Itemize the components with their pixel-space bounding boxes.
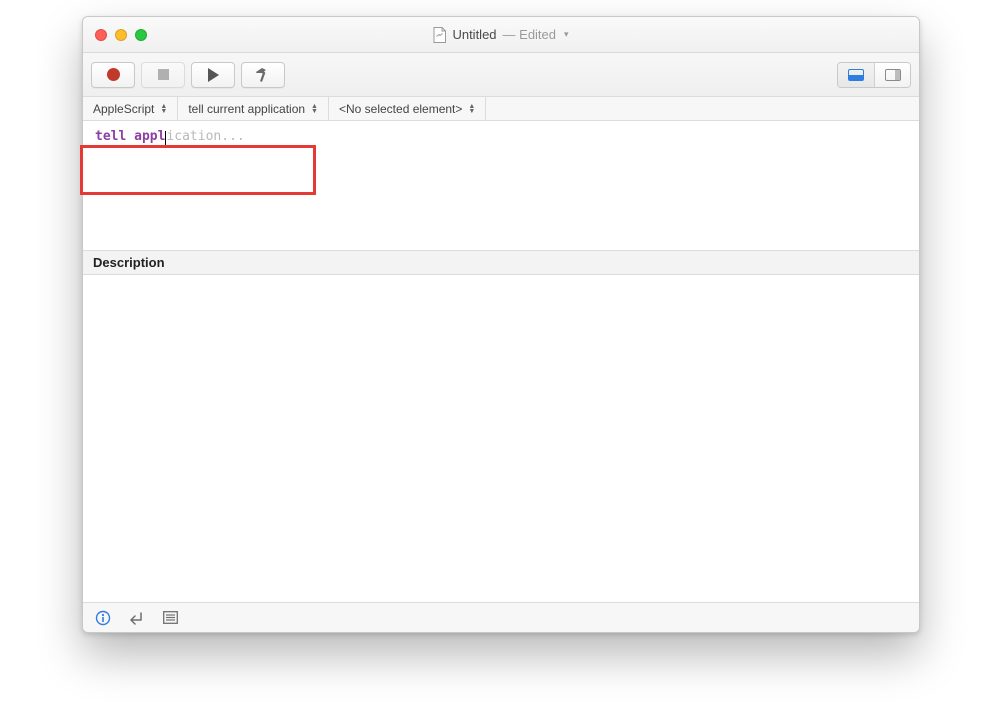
chevron-down-icon: ▾ [564, 29, 569, 40]
script-editor-window: Untitled — Edited ▾ [82, 16, 920, 633]
run-button[interactable] [191, 62, 235, 88]
close-button[interactable] [95, 29, 107, 41]
titlebar: Untitled — Edited ▾ [83, 17, 919, 53]
title-text: Untitled [452, 27, 496, 42]
pane-right-button[interactable] [874, 63, 910, 87]
pane-bottom-button[interactable] [838, 63, 874, 87]
info-icon [95, 610, 111, 626]
nav-language-selector[interactable]: AppleScript ▲▼ [83, 97, 178, 120]
toolbar [83, 53, 919, 97]
nav-selection-label: <No selected element> [339, 102, 462, 116]
text-cursor [165, 131, 166, 146]
code-typed: appl [126, 129, 165, 144]
code-completion: ication... [166, 129, 244, 144]
pane-bottom-icon [848, 69, 864, 81]
accessory-result-button[interactable] [129, 611, 145, 625]
stop-icon [158, 69, 169, 80]
description-header-label: Description [93, 255, 165, 270]
code-keyword: tell [95, 129, 126, 144]
window-controls [83, 29, 147, 41]
minimize-button[interactable] [115, 29, 127, 41]
accessory-log-button[interactable] [163, 611, 178, 624]
return-icon [129, 611, 145, 625]
stepper-icon: ▲▼ [160, 104, 167, 114]
compile-button[interactable] [241, 62, 285, 88]
toolbar-pane-segment [837, 62, 911, 88]
description-header: Description [83, 251, 919, 275]
window-title[interactable]: Untitled — Edited ▾ [83, 27, 919, 43]
pane-right-icon [885, 69, 901, 81]
record-button[interactable] [91, 62, 135, 88]
accessory-description-button[interactable] [95, 610, 111, 626]
toolbar-run-group [91, 62, 285, 88]
bottom-bar [83, 602, 919, 632]
record-icon [107, 68, 120, 81]
stepper-icon: ▲▼ [468, 104, 475, 114]
description-body[interactable] [83, 275, 919, 602]
document-icon [433, 27, 446, 43]
nav-scope-selector[interactable]: tell current application ▲▼ [178, 97, 329, 120]
edited-label: — Edited [503, 27, 556, 42]
stop-button[interactable] [141, 62, 185, 88]
play-icon [208, 68, 219, 82]
nav-selection-selector[interactable]: <No selected element> ▲▼ [329, 97, 486, 120]
log-icon [163, 611, 178, 624]
hammer-icon [254, 67, 272, 83]
nav-language-label: AppleScript [93, 102, 154, 116]
navigation-bar: AppleScript ▲▼ tell current application … [83, 97, 919, 121]
nav-scope-label: tell current application [188, 102, 305, 116]
script-editor-area[interactable]: tell application... [83, 121, 919, 251]
zoom-button[interactable] [135, 29, 147, 41]
stepper-icon: ▲▼ [311, 104, 318, 114]
code-line: tell application... [95, 129, 245, 144]
